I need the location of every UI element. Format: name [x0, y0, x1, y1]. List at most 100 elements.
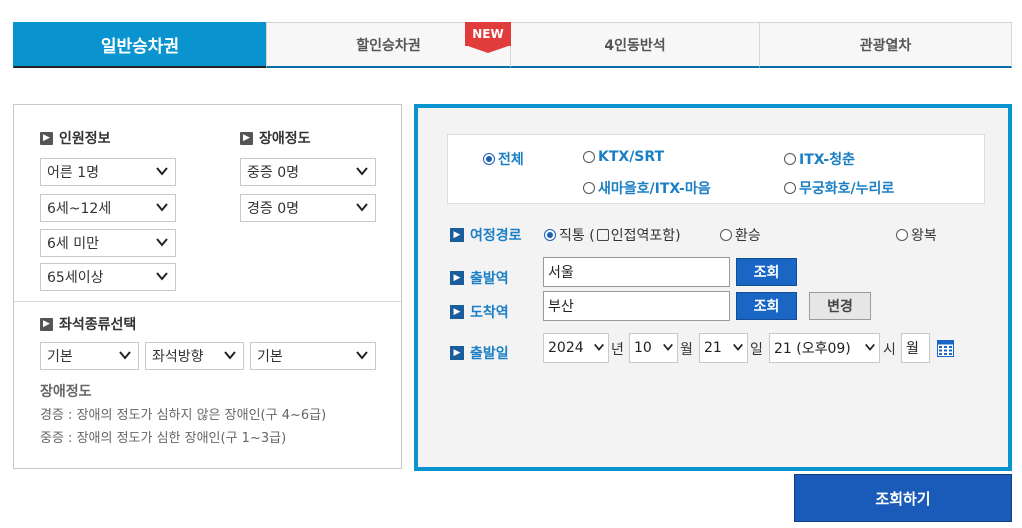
arrow-right-icon: ▶: [450, 346, 464, 360]
radio-icon: [583, 151, 595, 163]
chevron-down-icon: [733, 343, 743, 351]
chevron-down-icon: [156, 167, 168, 176]
toddler-count-select[interactable]: 6세 미만: [40, 229, 176, 257]
divider: [14, 301, 401, 302]
hour-unit: 시: [883, 342, 896, 358]
radio-selected-icon: [483, 153, 495, 165]
radio-label: 직통 (: [559, 228, 595, 244]
disability-note-severe: 중증 : 장애의 정도가 심한 장애인(구 1~3급): [40, 431, 287, 446]
date-label-text: 출발일: [470, 346, 509, 362]
passenger-panel: ▶ 인원정보 ▶ 장애정도 어른 1명 6세~12세 6세 미만 65세이상 중…: [13, 104, 402, 469]
arrow-right-icon: ▶: [40, 131, 53, 145]
chevron-down-icon: [356, 167, 368, 176]
arrival-station-input[interactable]: 부산: [543, 291, 730, 321]
arrival-label-text: 도착역: [470, 305, 509, 321]
train-type-mugunghwa-radio[interactable]: 무궁화호/누리로: [784, 178, 894, 198]
select-value: 어른 1명: [47, 165, 99, 181]
select-value: 65세이상: [47, 270, 104, 286]
route-direct-radio[interactable]: 직통 ( 인접역포함): [544, 225, 681, 245]
radio-label: 왕복: [911, 228, 937, 244]
day-unit: 일: [750, 342, 763, 358]
route-transfer-radio[interactable]: 환승: [720, 225, 761, 245]
child-count-select[interactable]: 6세~12세: [40, 194, 176, 222]
tab-four-person-seat[interactable]: 4인동반석: [510, 22, 760, 68]
select-value: 2024: [548, 340, 584, 356]
radio-icon: [583, 182, 595, 194]
radio-selected-icon: [544, 229, 556, 241]
select-value: 10: [634, 340, 652, 356]
select-value: 기본: [257, 349, 283, 365]
select-value: 6세 미만: [47, 236, 99, 252]
train-type-box: 전체 KTX/SRT ITX-청춘 새마을호/ITX-마음 무궁화호/누리로: [447, 134, 985, 204]
adult-count-select[interactable]: 어른 1명: [40, 158, 176, 186]
tab-general-ticket[interactable]: 일반승차권: [13, 22, 267, 68]
train-type-itx-cheongchun-radio[interactable]: ITX-청춘: [784, 149, 855, 169]
disability-title-text: 장애정도: [259, 131, 311, 147]
radio-icon: [896, 229, 908, 241]
input-value: 부산: [548, 299, 574, 315]
radio-label: 환승: [735, 228, 761, 244]
route-label-text: 여정경로: [470, 228, 522, 244]
radio-label: 전체: [498, 152, 524, 168]
radio-label: ITX-청춘: [799, 152, 855, 168]
radio-label: KTX/SRT: [598, 149, 665, 165]
ticket-tabs: 일반승차권 할인승차권 4인동반석 관광열차 NEW: [13, 22, 1012, 70]
train-type-all-radio[interactable]: 전체: [483, 149, 524, 169]
calendar-icon[interactable]: [937, 340, 954, 357]
departure-label-text: 출발역: [470, 271, 509, 287]
departure-station-input[interactable]: 서울: [543, 257, 730, 287]
chevron-down-icon: [865, 343, 875, 351]
new-badge-label: NEW: [465, 22, 511, 46]
seat-direction-select[interactable]: 좌석방향: [145, 342, 244, 370]
hour-select[interactable]: 21 (오후09): [769, 333, 880, 363]
select-value: 좌석방향: [152, 349, 204, 365]
select-value: 중증 0명: [247, 165, 299, 181]
day-select[interactable]: 21: [699, 333, 748, 363]
weekday-value: 월: [906, 341, 919, 357]
arrow-right-icon: ▶: [40, 317, 53, 331]
arrival-lookup-button[interactable]: 조회: [736, 292, 797, 320]
year-select[interactable]: 2024: [543, 333, 609, 363]
journey-panel: 전체 KTX/SRT ITX-청춘 새마을호/ITX-마음 무궁화호/누리로 ▶…: [414, 104, 1012, 471]
severe-disability-select[interactable]: 중증 0명: [240, 158, 376, 186]
route-round-trip-radio[interactable]: 왕복: [896, 225, 937, 245]
passenger-title-text: 인원정보: [59, 131, 111, 147]
departure-label: ▶ 출발역: [450, 268, 509, 288]
seat-position-select[interactable]: 기본: [250, 342, 376, 370]
tab-tourist-train[interactable]: 관광열차: [759, 22, 1012, 68]
arrow-right-icon: ▶: [450, 228, 464, 242]
passenger-section-title: ▶ 인원정보: [40, 128, 111, 148]
month-unit: 월: [680, 342, 693, 358]
seat-type-select[interactable]: 기본: [40, 342, 139, 370]
tab-label: 일반승차권: [100, 37, 180, 57]
departure-lookup-button[interactable]: 조회: [736, 258, 797, 286]
arrow-right-icon: ▶: [450, 271, 464, 285]
train-type-saemaeul-radio[interactable]: 새마을호/ITX-마음: [583, 178, 711, 198]
chevron-down-icon: [594, 343, 604, 351]
senior-count-select[interactable]: 65세이상: [40, 263, 176, 291]
disability-note-title: 장애정도: [40, 384, 92, 400]
radio-icon: [784, 153, 796, 165]
chevron-down-icon: [356, 203, 368, 212]
select-value: 21: [704, 340, 722, 356]
month-select[interactable]: 10: [629, 333, 678, 363]
input-value: 서울: [548, 265, 574, 281]
radio-label: 새마을호/ITX-마음: [598, 181, 711, 197]
seat-title-text: 좌석종류선택: [59, 317, 137, 333]
select-value: 기본: [47, 349, 73, 365]
mild-disability-select[interactable]: 경증 0명: [240, 194, 376, 222]
adjacent-station-checkbox[interactable]: [596, 229, 609, 241]
chevron-down-icon: [356, 351, 368, 360]
tab-label: 관광열차: [859, 37, 912, 54]
radio-icon: [720, 229, 732, 241]
chevron-down-icon: [119, 351, 131, 360]
search-trains-button[interactable]: 조회하기: [794, 474, 1012, 522]
chevron-down-icon: [663, 343, 673, 351]
chevron-down-icon: [156, 238, 168, 247]
year-unit: 년: [611, 342, 624, 358]
seat-section-title: ▶ 좌석종류선택: [40, 314, 136, 334]
train-type-ktx-radio[interactable]: KTX/SRT: [583, 149, 664, 165]
swap-stations-button[interactable]: 변경: [809, 292, 871, 320]
date-label: ▶ 출발일: [450, 343, 509, 363]
disability-section-title: ▶ 장애정도: [240, 128, 311, 148]
